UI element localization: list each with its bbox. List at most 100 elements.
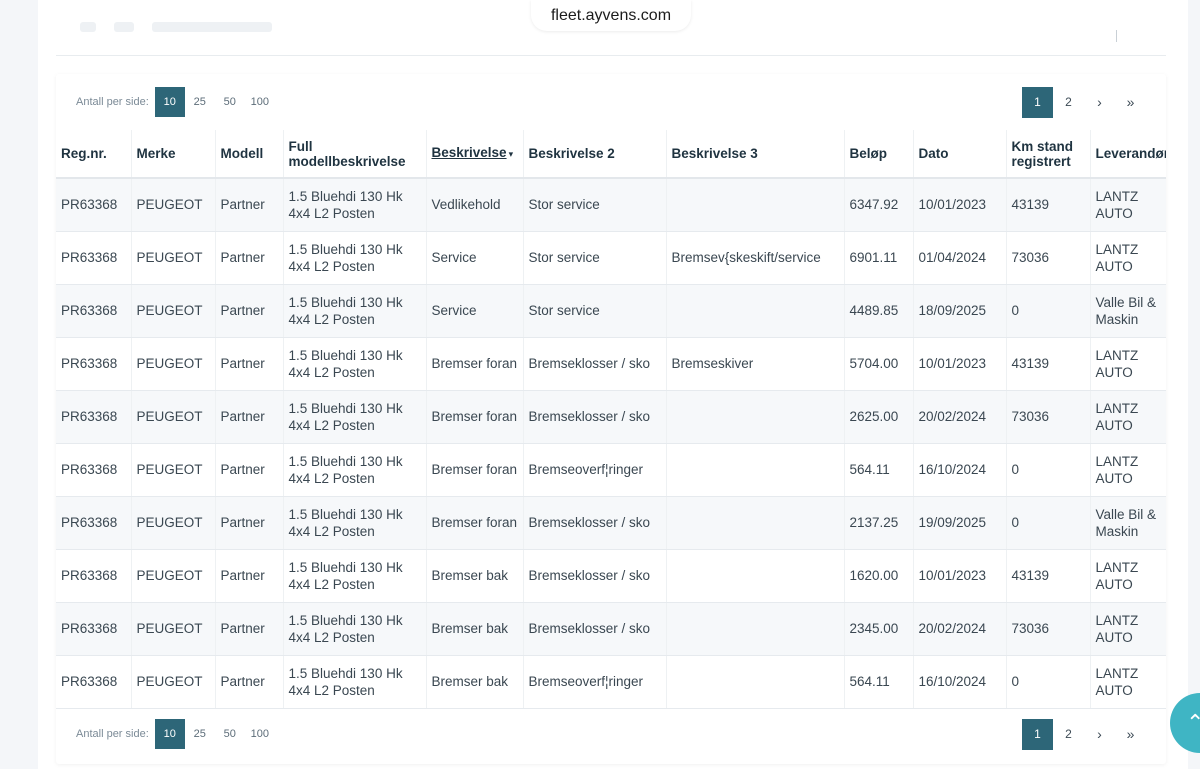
cell-belop: 2345.00 xyxy=(843,602,913,656)
cell-beskrivelse3 xyxy=(665,602,844,656)
cell-belop: 2137.25 xyxy=(843,496,913,550)
pagination-bottom: Antall per side: 10 25 50 100 1 2 › » xyxy=(56,706,1166,762)
col-header-dato[interactable]: Dato xyxy=(912,130,1006,179)
col-header-full-modell[interactable]: Full modellbeskrivelse xyxy=(282,130,426,179)
per-page-option-10[interactable]: 10 xyxy=(154,719,185,749)
cell-leverandor: Valle Bil & Maskin xyxy=(1089,284,1166,338)
page-2-button[interactable]: 2 xyxy=(1053,87,1084,118)
table-row[interactable]: PR63368 PEUGEOT Partner 1.5 Bluehdi 130 Hk … xyxy=(56,178,1166,232)
cell-modell: Partner xyxy=(214,337,283,391)
per-page-option-25[interactable]: 25 xyxy=(185,87,215,117)
col-header-regnr[interactable]: Reg.nr. xyxy=(56,130,131,179)
cell-dato: 16/10/2024 xyxy=(912,443,1006,497)
cell-beskrivelse: Bremser foran xyxy=(425,496,523,550)
cell-beskrivelse3 xyxy=(665,178,844,232)
last-page-icon[interactable]: » xyxy=(1115,719,1146,750)
table-row[interactable]: PR63368 PEUGEOT Partner 1.5 Bluehdi 130 Hk … xyxy=(56,443,1166,497)
table-row[interactable]: PR63368 PEUGEOT Partner 1.5 Bluehdi 130 Hk … xyxy=(56,390,1166,444)
col-header-beskrivelse2[interactable]: Beskrivelse 2 xyxy=(522,130,666,179)
cell-beskrivelse3 xyxy=(665,655,844,709)
per-page-option-100[interactable]: 100 xyxy=(245,719,275,749)
page-links: 1 2 › » xyxy=(1022,718,1146,750)
col-header-beskrivelse[interactable]: Beskrivelse ▾ xyxy=(425,130,523,179)
col-header-km[interactable]: Km stand registrert xyxy=(1005,130,1090,179)
cell-dato: 10/01/2023 xyxy=(912,178,1006,232)
cell-regnr: PR63368 xyxy=(56,443,131,497)
cell-full-modell: 1.5 Bluehdi 130 Hk 4x4 L2 Posten xyxy=(282,443,426,497)
cell-beskrivelse: Bremser bak xyxy=(425,602,523,656)
cell-beskrivelse3: Bremseskiver xyxy=(665,337,844,391)
table-row[interactable]: PR63368 PEUGEOT Partner 1.5 Bluehdi 130 Hk … xyxy=(56,284,1166,338)
col-header-beskrivelse3[interactable]: Beskrivelse 3 xyxy=(665,130,844,179)
per-page-option-50[interactable]: 50 xyxy=(215,87,245,117)
cell-merke: PEUGEOT xyxy=(130,178,215,232)
per-page-label: Antall per side: xyxy=(76,728,149,740)
cell-beskrivelse: Bremser foran xyxy=(425,390,523,444)
cell-leverandor: LANTZ AUTO xyxy=(1089,549,1166,603)
table-body: PR63368 PEUGEOT Partner 1.5 Bluehdi 130 Hk … xyxy=(56,178,1166,709)
cell-regnr: PR63368 xyxy=(56,178,131,232)
faded-icon xyxy=(80,22,96,32)
cell-regnr: PR63368 xyxy=(56,231,131,285)
table-row[interactable]: PR63368 PEUGEOT Partner 1.5 Bluehdi 130 Hk … xyxy=(56,496,1166,550)
last-page-icon[interactable]: » xyxy=(1115,87,1146,118)
cell-beskrivelse3 xyxy=(665,443,844,497)
table-card: Antall per side: 10 25 50 100 1 2 › » Re… xyxy=(56,74,1166,764)
cell-beskrivelse2: Bremseklosser / sko xyxy=(522,602,666,656)
cell-beskrivelse2: Stor service xyxy=(522,231,666,285)
cell-leverandor: Valle Bil & Maskin xyxy=(1089,496,1166,550)
cell-merke: PEUGEOT xyxy=(130,443,215,497)
per-page-option-50[interactable]: 50 xyxy=(215,719,245,749)
cell-full-modell: 1.5 Bluehdi 130 Hk 4x4 L2 Posten xyxy=(282,390,426,444)
cell-belop: 6347.92 xyxy=(843,178,913,232)
next-page-icon[interactable]: › xyxy=(1084,87,1115,118)
table-row[interactable]: PR63368 PEUGEOT Partner 1.5 Bluehdi 130 Hk … xyxy=(56,602,1166,656)
page-2-button[interactable]: 2 xyxy=(1053,719,1084,750)
table-row[interactable]: PR63368 PEUGEOT Partner 1.5 Bluehdi 130 Hk … xyxy=(56,655,1166,709)
col-header-merke[interactable]: Merke xyxy=(130,130,215,179)
cell-beskrivelse2: Stor service xyxy=(522,284,666,338)
table-row[interactable]: PR63368 PEUGEOT Partner 1.5 Bluehdi 130 Hk … xyxy=(56,549,1166,603)
cell-leverandor: LANTZ AUTO xyxy=(1089,443,1166,497)
cell-km: 0 xyxy=(1005,496,1090,550)
cell-belop: 564.11 xyxy=(843,655,913,709)
table-row[interactable]: PR63368 PEUGEOT Partner 1.5 Bluehdi 130 Hk … xyxy=(56,337,1166,391)
cell-merke: PEUGEOT xyxy=(130,231,215,285)
cell-beskrivelse2: Bremseoverf¦ringer xyxy=(522,443,666,497)
per-page-option-100[interactable]: 100 xyxy=(245,87,275,117)
page-1-button[interactable]: 1 xyxy=(1022,86,1053,118)
cell-beskrivelse: Service xyxy=(425,284,523,338)
cell-full-modell: 1.5 Bluehdi 130 Hk 4x4 L2 Posten xyxy=(282,549,426,603)
cell-beskrivelse3 xyxy=(665,549,844,603)
cell-beskrivelse: Bremser foran xyxy=(425,337,523,391)
cell-beskrivelse2: Bremseoverf¦ringer xyxy=(522,655,666,709)
cell-leverandor: LANTZ AUTO xyxy=(1089,337,1166,391)
cell-regnr: PR63368 xyxy=(56,284,131,338)
cell-merke: PEUGEOT xyxy=(130,337,215,391)
chevron-up-icon: ⌃ xyxy=(1186,710,1200,735)
col-header-modell[interactable]: Modell xyxy=(214,130,283,179)
per-page-option-25[interactable]: 25 xyxy=(185,719,215,749)
cell-beskrivelse: Bremser bak xyxy=(425,549,523,603)
cell-km: 0 xyxy=(1005,284,1090,338)
next-page-icon[interactable]: › xyxy=(1084,719,1115,750)
cell-full-modell: 1.5 Bluehdi 130 Hk 4x4 L2 Posten xyxy=(282,496,426,550)
cell-belop: 6901.11 xyxy=(843,231,913,285)
page-1-button[interactable]: 1 xyxy=(1022,718,1053,750)
col-header-leverandor[interactable]: Leverandør xyxy=(1089,130,1166,179)
table-header-row: Reg.nr. Merke Modell Full modellbeskrive… xyxy=(56,130,1166,179)
table-row[interactable]: PR63368 PEUGEOT Partner 1.5 Bluehdi 130 Hk … xyxy=(56,231,1166,285)
col-header-belop[interactable]: Beløp xyxy=(843,130,913,179)
cell-km: 73036 xyxy=(1005,231,1090,285)
cell-dato: 10/01/2023 xyxy=(912,549,1006,603)
faded-text xyxy=(152,22,272,32)
cell-modell: Partner xyxy=(214,390,283,444)
cell-modell: Partner xyxy=(214,231,283,285)
cell-beskrivelse2: Bremseklosser / sko xyxy=(522,390,666,444)
cell-leverandor: LANTZ AUTO xyxy=(1089,602,1166,656)
cell-merke: PEUGEOT xyxy=(130,390,215,444)
url-bar[interactable]: fleet.ayvens.com xyxy=(531,0,691,31)
cell-full-modell: 1.5 Bluehdi 130 Hk 4x4 L2 Posten xyxy=(282,337,426,391)
cell-merke: PEUGEOT xyxy=(130,284,215,338)
per-page-option-10[interactable]: 10 xyxy=(154,87,185,117)
